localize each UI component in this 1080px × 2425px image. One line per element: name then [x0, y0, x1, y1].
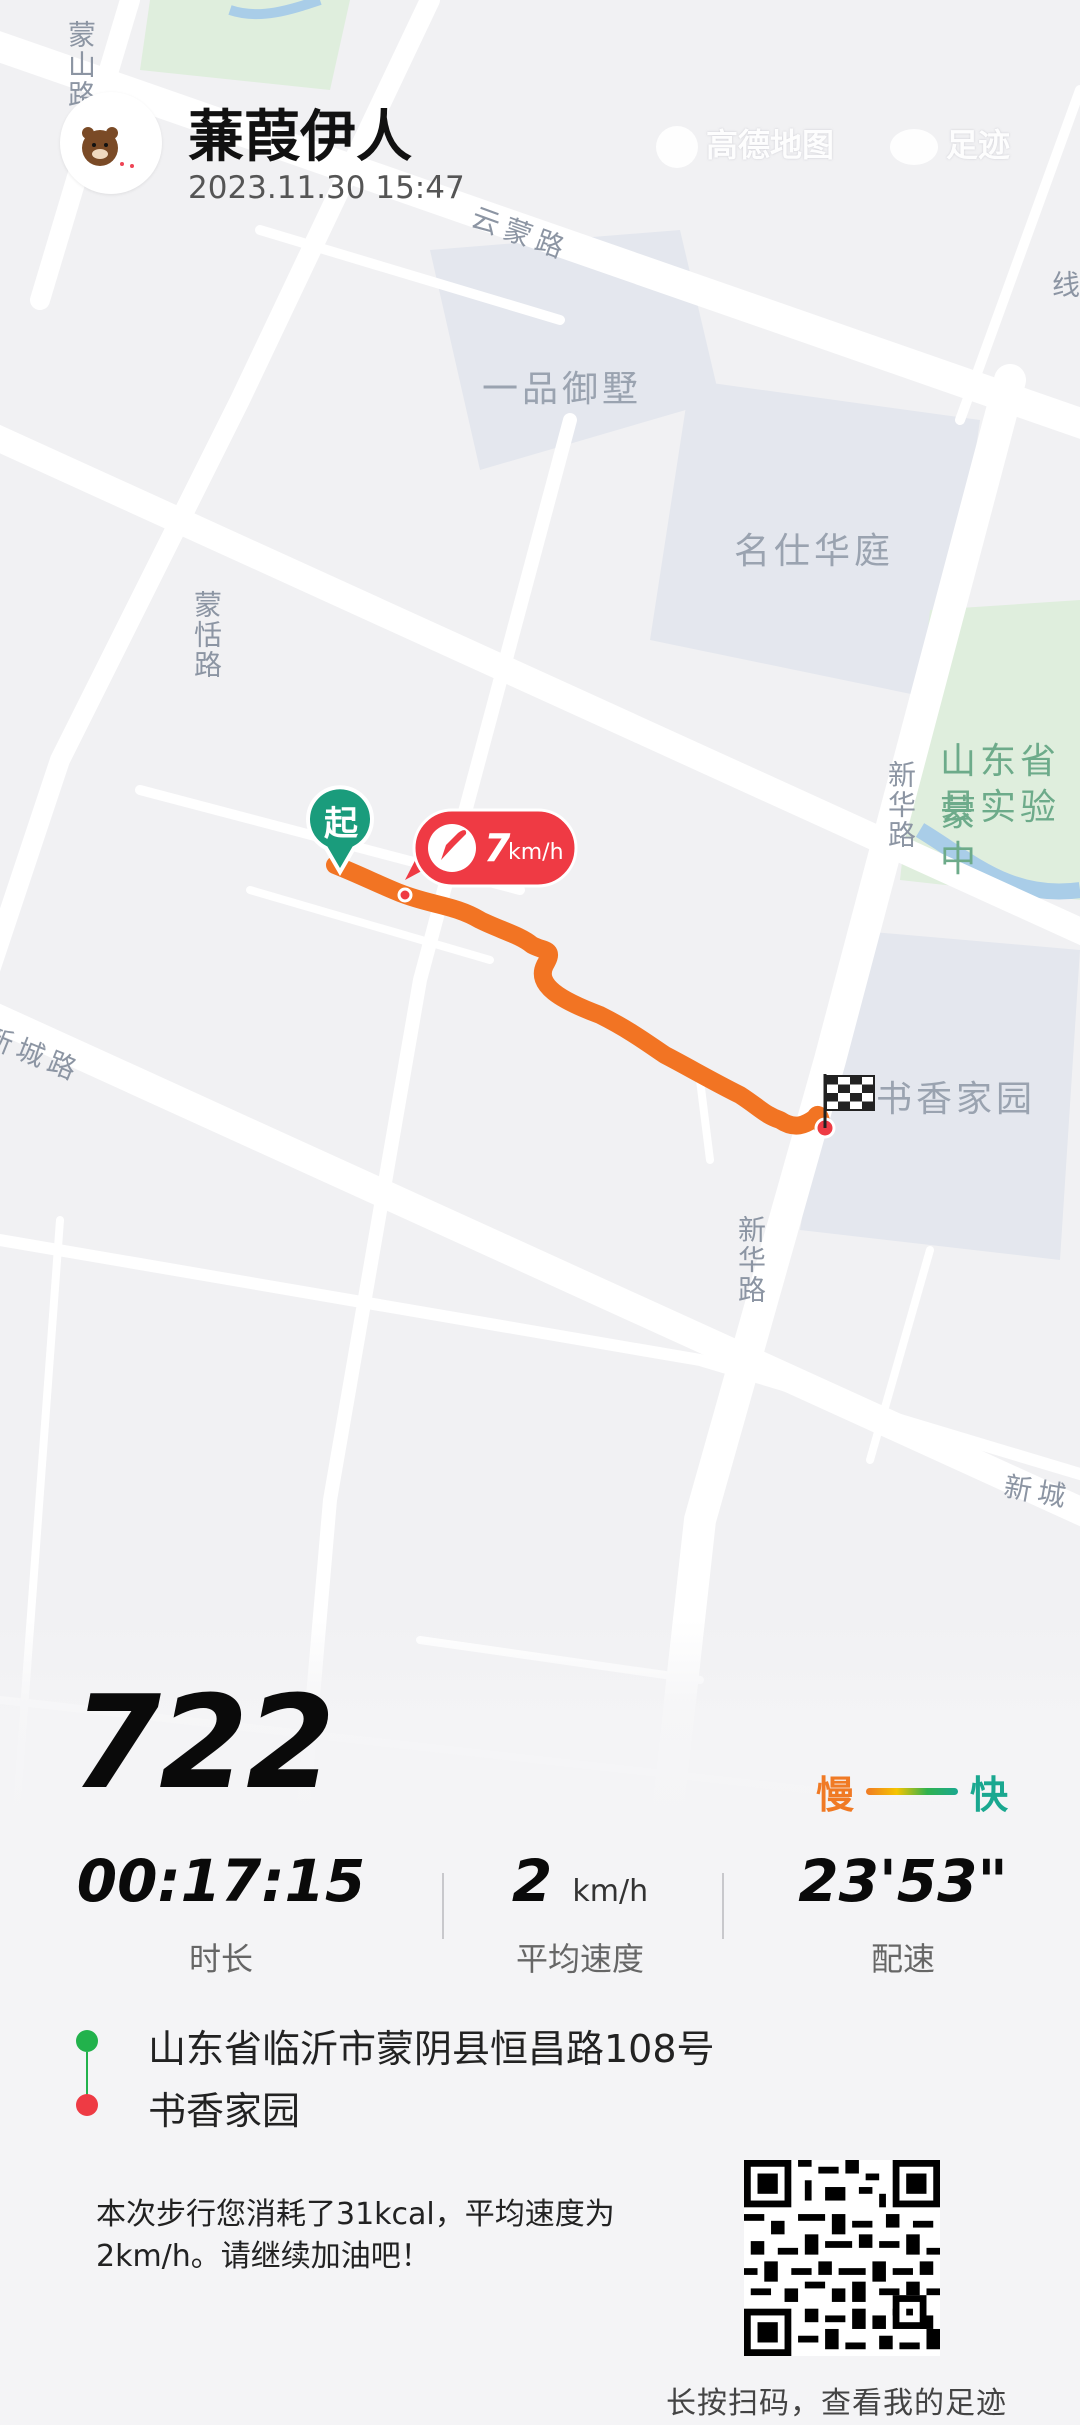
stat-divider — [442, 1873, 444, 1939]
road-label-xinhua-top: 新华路 — [884, 760, 917, 850]
checkered-flag-icon — [825, 1075, 875, 1111]
avg-speed-unit: km/h — [572, 1874, 649, 1909]
legend-gradient-bar — [866, 1788, 959, 1795]
footprint-logo-icon — [890, 129, 938, 165]
legend-fast: 快 — [970, 1773, 1009, 1817]
stat-divider — [722, 1873, 724, 1939]
speed-legend: 慢 快 — [816, 1764, 1008, 1819]
bear-avatar-icon — [82, 127, 134, 168]
road-label-xian: 线 — [1048, 270, 1080, 300]
amap-watermark: 高德地图 — [656, 120, 834, 168]
avatar[interactable] — [60, 92, 162, 194]
start-dot — [76, 2030, 98, 2052]
stat-duration: 00:17:15 时长 — [66, 1852, 376, 1980]
map-label-school-2: 县实验中 — [940, 787, 1061, 880]
step-count: 722 — [72, 1669, 335, 1818]
end-dot — [76, 2094, 98, 2116]
record-datetime: 2023.11.30 15:47 — [188, 170, 465, 206]
legend-slow: 慢 — [816, 1773, 855, 1817]
walk-summary: 本次步行您消耗了31kcal，平均速度为2km/h。请继续加油吧！ — [96, 2197, 615, 2274]
end-address: 书香家园 — [148, 2089, 301, 2133]
start-marker-label: 起 — [324, 804, 358, 844]
start-address: 山东省临沂市蒙阴县恒昌路108号 — [148, 2027, 715, 2071]
footprint-share-screen: 一品御墅 名仕华庭 山东省蒙 县实验中 书香家园 云蒙路 蒙恬路 新华路 新华路… — [0, 0, 1080, 2425]
username: 蒹葭伊人 — [188, 105, 412, 170]
footprint-watermark: 足迹 — [890, 120, 1010, 166]
stat-pace: 23'53" 配速 — [770, 1852, 1036, 1980]
road-label-xinhua-bottom: 新华路 — [734, 1215, 767, 1305]
pace-label: 配速 — [870, 1940, 935, 1978]
qr-code[interactable] — [744, 2160, 940, 2356]
duration-value: 00:17:15 — [76, 1847, 366, 1915]
road-label-mengtian: 蒙恬路 — [190, 590, 223, 680]
stat-avg-speed: 2 km/h 平均速度 — [470, 1852, 690, 1980]
max-speed-value: 7 — [484, 826, 511, 870]
map-label-mingshi: 名仕华庭 — [734, 531, 895, 572]
avg-speed-label: 平均速度 — [515, 1940, 644, 1978]
pace-value: 23'53" — [798, 1847, 1008, 1915]
qr-hint: 长按扫码，查看我的足迹 — [666, 2386, 1007, 2421]
map-label-yipin: 一品御墅 — [482, 369, 643, 410]
max-speed-unit: km/h — [508, 840, 564, 865]
avg-speed-value: 2 — [511, 1847, 553, 1915]
amap-logo-icon — [656, 126, 698, 168]
duration-label: 时长 — [188, 1940, 253, 1978]
map-label-shuxiang: 书香家园 — [876, 1079, 1037, 1120]
